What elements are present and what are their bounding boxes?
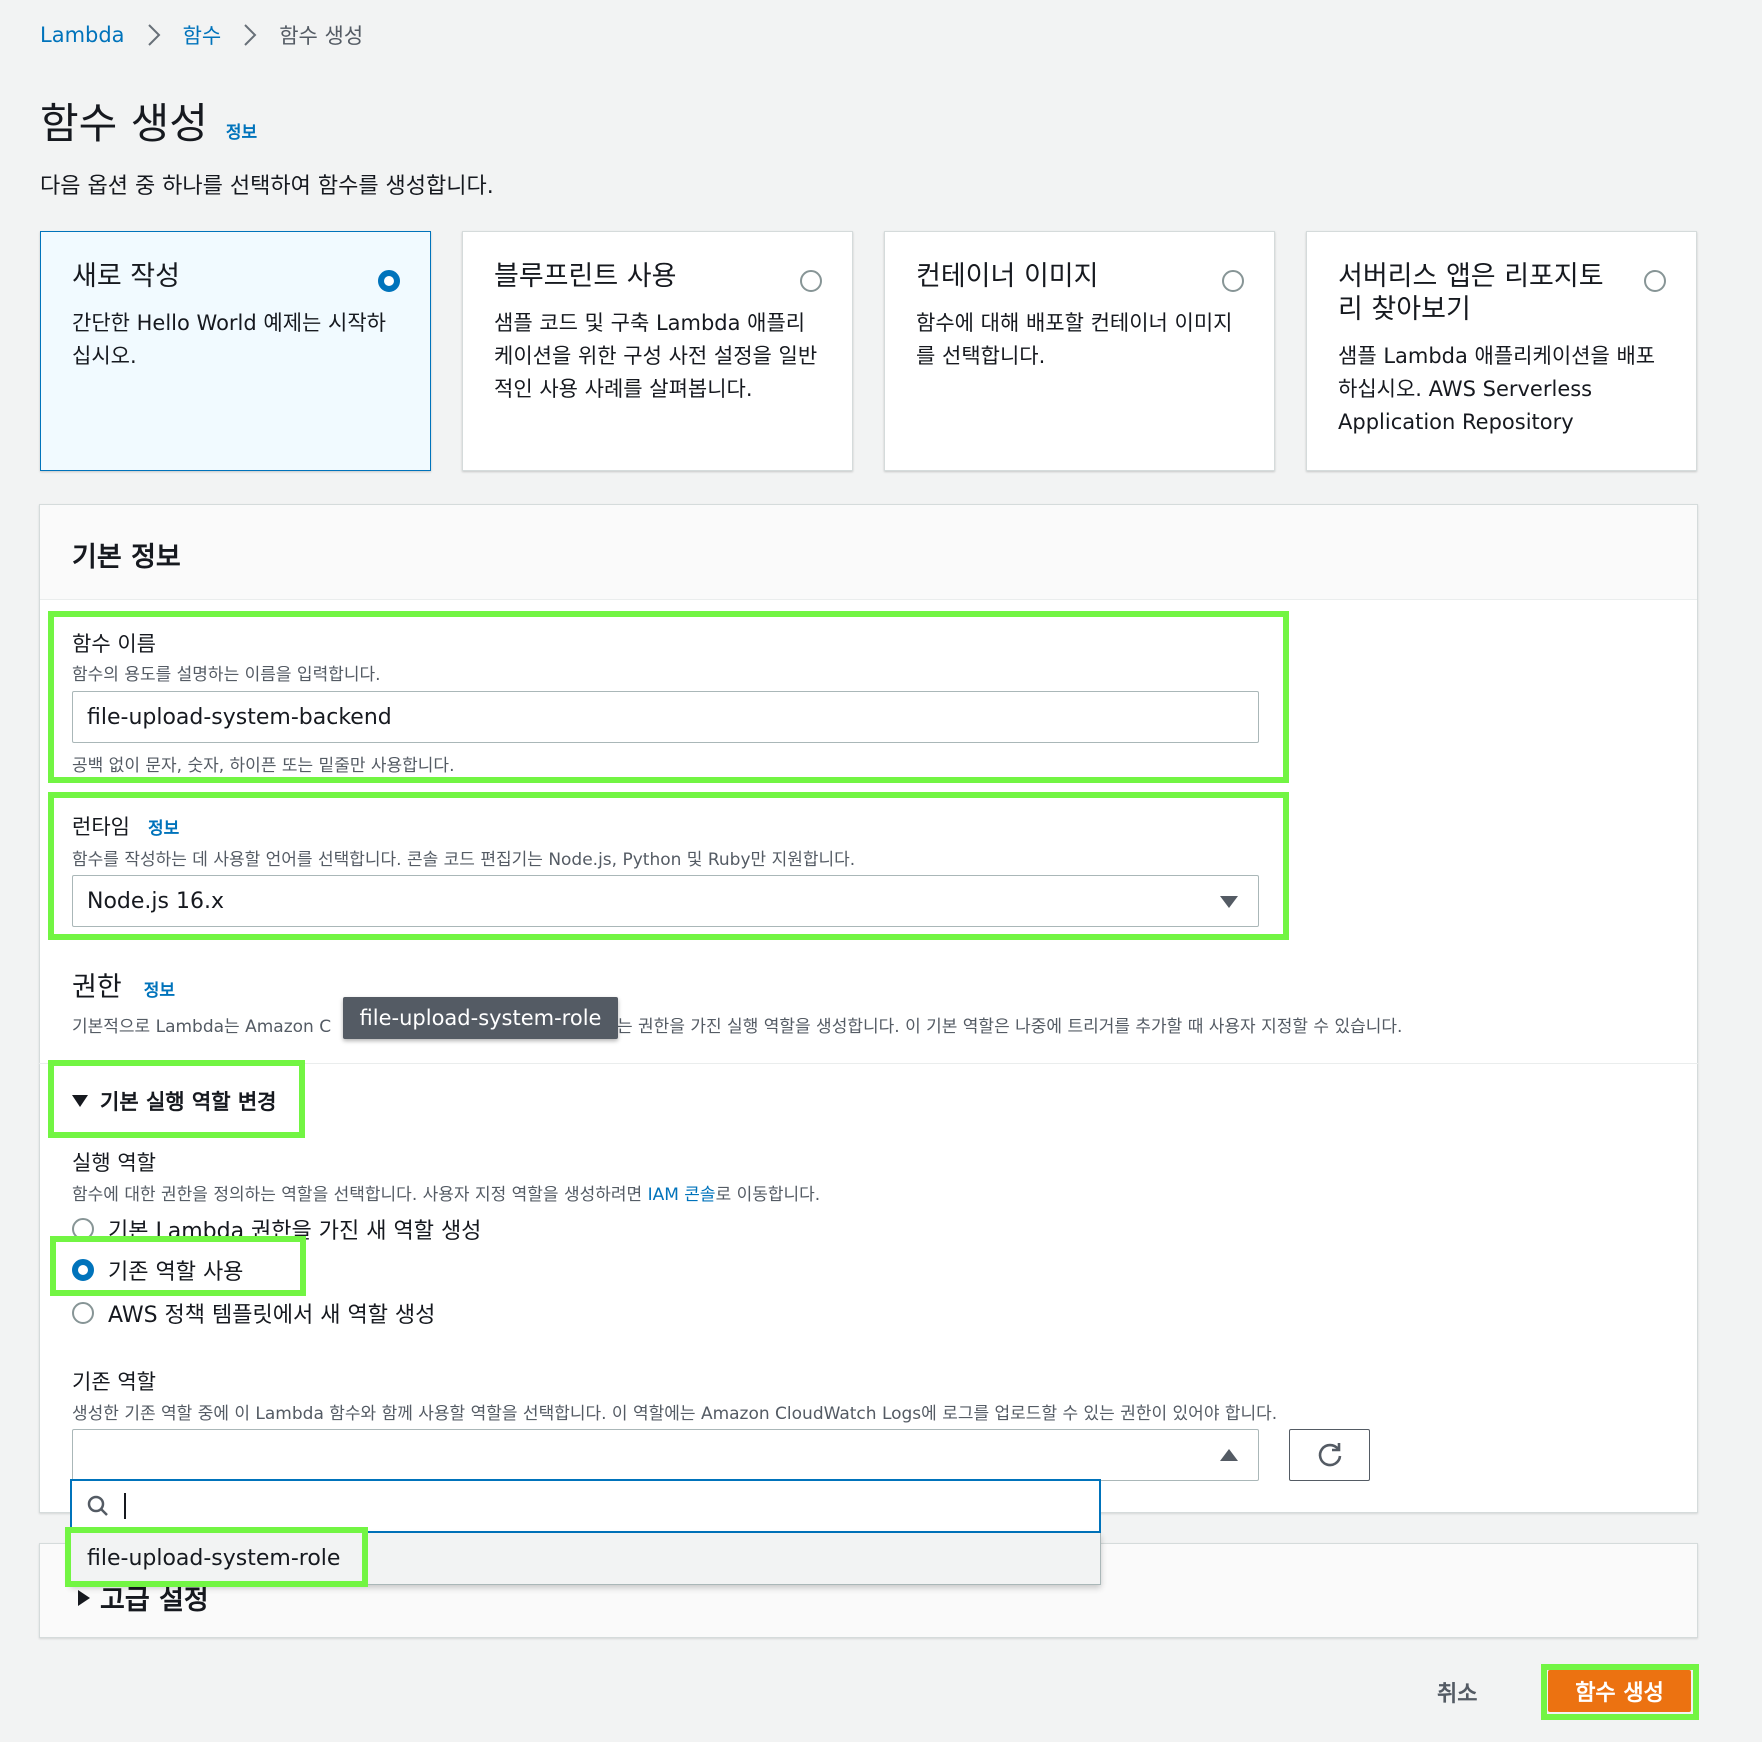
section-divider [39,1063,1698,1064]
option-use-blueprint[interactable]: 블루프린트 사용 샘플 코드 및 구축 Lambda 애플리케이션을 위한 구성… [462,231,853,471]
breadcrumb: Lambda 함수 함수 생성 [40,20,363,50]
role-radio[interactable] [72,1218,94,1240]
option-radio[interactable] [800,270,822,292]
create-function-button[interactable]: 함수 생성 [1548,1670,1691,1712]
breadcrumb-functions-link[interactable]: 함수 [183,20,222,50]
caret-down-icon [1220,896,1238,908]
iam-console-link[interactable]: IAM 콘솔 [648,1185,716,1205]
text-cursor [124,1493,126,1519]
caret-down-icon [72,1095,88,1107]
existing-role-hint: 생성한 기존 역할 중에 이 Lambda 함수와 함께 사용할 역할을 선택합… [72,1404,1278,1424]
option-desc: 샘플 코드 및 구축 Lambda 애플리케이션을 위한 구성 사전 설정을 일… [494,311,818,401]
runtime-select[interactable]: Node.js 16.x [72,875,1259,927]
option-title: 새로 작성 [72,261,180,292]
option-title: 서버리스 앱은 리포지토리 찾아보기 [1338,261,1604,325]
breadcrumb-lambda-link[interactable]: Lambda [40,23,125,47]
role-option-item[interactable]: file-upload-system-role [87,1546,340,1571]
option-desc: 간단한 Hello World 예제는 시작하십시오. [72,311,386,368]
role-option-existing[interactable]: 기존 역할 사용 [72,1254,243,1286]
runtime-value: Node.js 16.x [87,888,224,914]
role-dropdown-list: file-upload-system-role [70,1533,1101,1585]
refresh-button[interactable] [1289,1429,1370,1481]
exec-role-label: 실행 역할 [72,1151,156,1175]
role-tooltip: file-upload-system-role [343,997,618,1039]
role-search-input[interactable] [70,1479,1101,1533]
permissions-label-row: 권한 정보 [72,965,175,1004]
caret-up-icon [1220,1449,1238,1461]
function-name-constraint: 공백 없이 문자, 숫자, 하이픈 또는 밑줄만 사용합니다. [72,756,455,776]
option-radio[interactable] [1644,270,1666,292]
chevron-right-icon [147,24,161,46]
basic-info-panel: 기본 정보 [39,504,1698,1513]
option-desc: 함수에 대해 배포할 컨테이너 이미지를 선택합니다. [916,311,1233,368]
exec-role-hint: 함수에 대한 권한을 정의하는 역할을 선택합니다. 사용자 지정 역할을 생성… [72,1185,821,1205]
caret-right-icon [78,1589,90,1606]
refresh-icon [1318,1443,1341,1467]
option-author-from-scratch[interactable]: 새로 작성 간단한 Hello World 예제는 시작하십시오. [40,231,431,471]
function-name-hint: 함수의 용도를 설명하는 이름을 입력합니다. [72,665,381,685]
function-name-label: 함수 이름 [72,632,156,656]
permissions-desc-start: 기본적으로 Lambda는 Amazon C [72,1017,332,1037]
permissions-info-link[interactable]: 정보 [144,976,175,1001]
option-serverless-app-repo[interactable]: 서버리스 앱은 리포지토리 찾아보기 샘플 Lambda 애플리케이션을 배포하… [1306,231,1697,471]
cancel-button[interactable]: 취소 [1437,1676,1477,1708]
existing-role-select[interactable] [72,1429,1259,1481]
breadcrumb-current: 함수 생성 [279,24,364,48]
option-title: 컨테이너 이미지 [916,261,1099,292]
permissions-desc-end: 는 권한을 가진 실행 역할을 생성합니다. 이 기본 역할은 나중에 트리거를… [617,1017,1403,1037]
change-role-toggle[interactable]: 기본 실행 역할 변경 [72,1086,277,1116]
page-info-link[interactable]: 정보 [226,118,257,143]
permissions-label: 권한 [72,972,122,1003]
role-radio[interactable] [72,1259,94,1281]
search-icon [87,1495,108,1516]
runtime-info-link[interactable]: 정보 [148,814,179,839]
page-description: 다음 옵션 중 하나를 선택하여 함수를 생성합니다. [40,174,494,199]
change-role-toggle-label: 기본 실행 역할 변경 [100,1090,277,1114]
runtime-label: 런타임 [72,815,130,839]
option-container-image[interactable]: 컨테이너 이미지 함수에 대해 배포할 컨테이너 이미지를 선택합니다. [884,231,1275,471]
role-option-policy-template[interactable]: AWS 정책 템플릿에서 새 역할 생성 [72,1297,435,1329]
panel-title: 기본 정보 [72,542,181,573]
option-radio[interactable] [1222,270,1244,292]
page-title: 함수 생성 [40,99,208,148]
option-title: 블루프린트 사용 [494,261,677,292]
runtime-label-row: 런타임 정보 [72,811,179,841]
function-name-value: file-upload-system-backend [87,704,392,730]
runtime-hint: 함수를 작성하는 데 사용할 언어를 선택합니다. 콘솔 코드 편집기는 Nod… [72,850,856,870]
function-name-input[interactable]: file-upload-system-backend [72,691,1259,743]
role-option-new-basic[interactable]: 기본 Lambda 권한을 가진 새 역할 생성 [72,1213,481,1245]
role-radio[interactable] [72,1302,94,1324]
panel-header: 기본 정보 [40,505,1697,600]
chevron-right-icon [243,24,257,46]
page-title-row: 함수 생성 정보 [40,90,257,151]
existing-role-label: 기존 역할 [72,1370,156,1394]
option-radio[interactable] [378,270,400,292]
option-desc: 샘플 Lambda 애플리케이션을 배포하십시오. AWS Serverless… [1338,344,1656,434]
